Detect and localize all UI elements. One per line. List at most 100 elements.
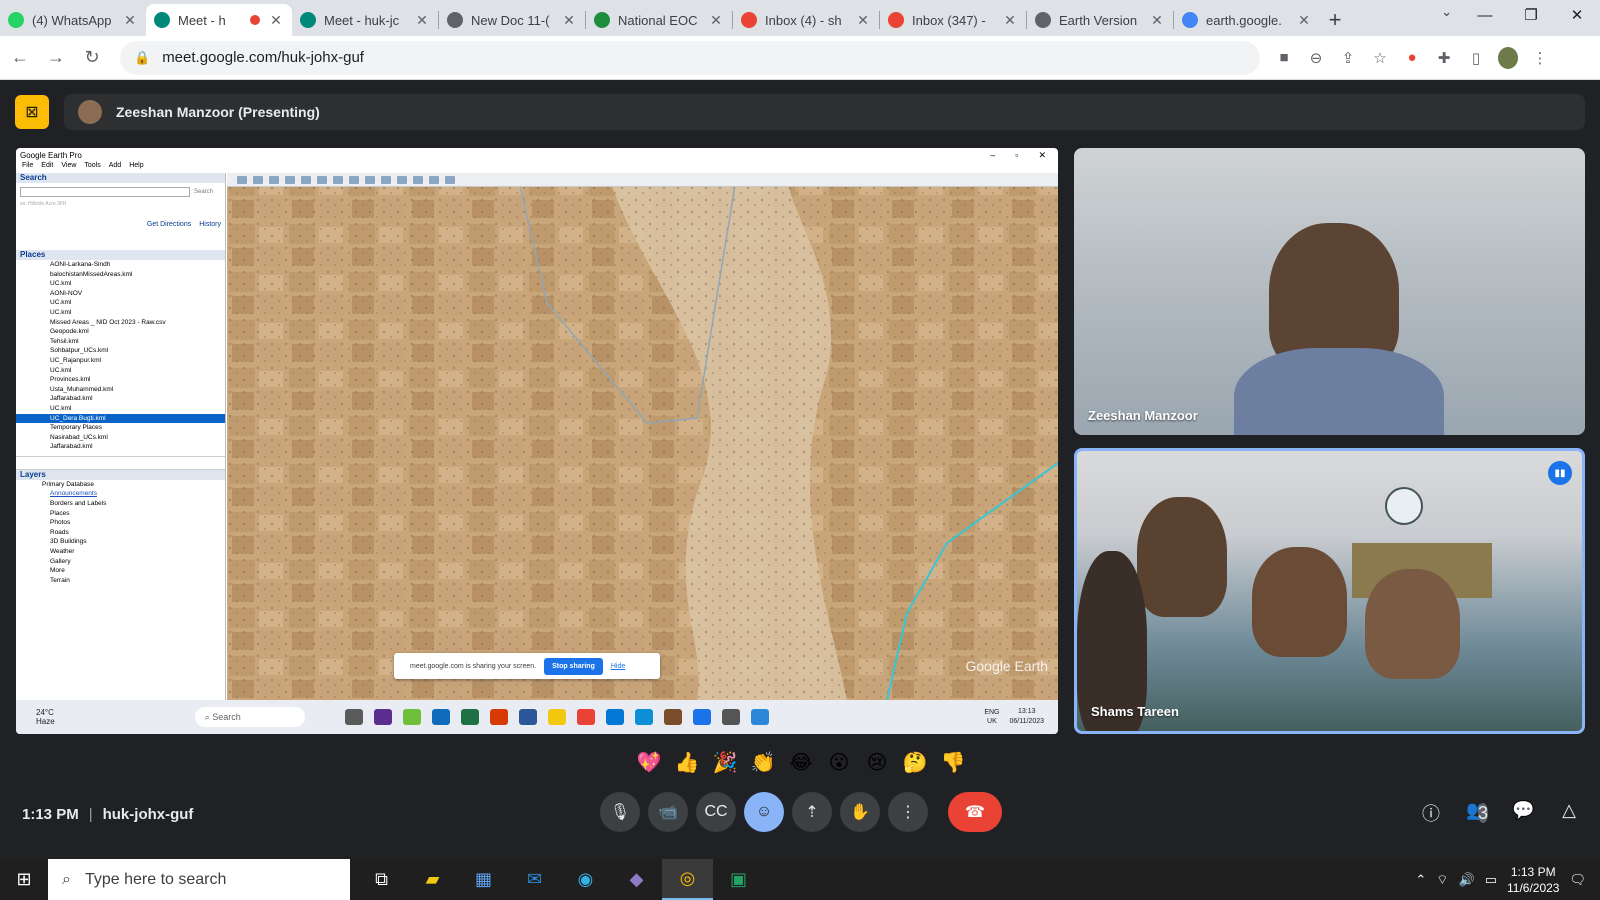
edge-icon[interactable]: ◉ [560,859,611,900]
tab-close-icon[interactable]: ✕ [414,12,430,29]
battery-icon[interactable]: ▭ [1485,872,1497,888]
tab-close-icon[interactable]: ✕ [561,12,577,29]
tab-close-icon[interactable]: ✕ [1002,12,1018,29]
new-tab-button[interactable]: + [1320,4,1350,36]
browser-tab[interactable]: Inbox (347) - ✕ [880,4,1026,36]
browser-tab[interactable]: Meet - huk-jc ✕ [292,4,438,36]
ge-brand: Google Earth [965,658,1049,674]
reaction-emoji-button[interactable]: 😮 [826,750,852,776]
ge-layer-item: Photos [50,519,71,527]
address-bar[interactable]: 🔒 meet.google.com/huk-johx-guf [120,40,1260,75]
microphone-button[interactable]: 🎙 [600,792,640,832]
reactions-button[interactable]: ☺ [744,792,784,832]
network-icon[interactable]: ⌔ [1436,872,1448,888]
present-button[interactable]: ⇡ [792,792,832,832]
participant-name: Zeeshan Manzoor [1088,408,1198,423]
ge-layer-item: Terrain [50,576,70,584]
mail-icon[interactable]: ✉ [509,859,560,900]
ge-satellite-map: Google Earth [227,173,1058,700]
taskbar-clock[interactable]: 1:13 PM 11/6/2023 [1507,864,1560,896]
chrome-icon[interactable]: ◎ [662,859,713,900]
camera-button[interactable]: 📹 [648,792,688,832]
volume-icon[interactable]: 🔊 [1459,872,1475,888]
close-window-button[interactable]: ✕ [1554,0,1600,32]
lock-icon[interactable]: 🔒 [134,50,150,66]
profile-avatar[interactable] [1498,46,1518,69]
more-options-button[interactable]: ⋮ [888,792,928,832]
browser-tab[interactable]: earth.google. ✕ [1174,4,1320,36]
forward-icon[interactable]: → [40,47,72,68]
reload-icon[interactable]: ↻ [76,47,108,68]
raise-hand-button[interactable]: ✋ [840,792,880,832]
share-icon[interactable]: ⇪ [1338,49,1358,67]
ge-place-item: Provinces.kml [50,376,91,384]
region-label: UK [987,718,997,725]
tab-close-icon[interactable]: ✕ [708,12,724,29]
menu-kebab-icon[interactable]: ⋮ [1530,49,1550,67]
activities-icon[interactable]: △ [1558,800,1580,822]
ge-history: History [199,221,221,228]
taskbar-search[interactable]: ⌕ Type here to search [48,859,350,900]
back-icon[interactable]: ← [4,47,36,68]
satellite-imagery [227,173,1058,700]
tab-favicon-icon [154,12,170,28]
start-button[interactable]: ⊞ [0,869,48,890]
browser-tab[interactable]: Earth Version ✕ [1027,4,1173,36]
presenting-icon[interactable]: ⊠ [15,95,49,129]
bookmark-star-icon[interactable]: ☆ [1370,49,1390,67]
file-explorer-icon[interactable]: ▰ [407,859,458,900]
reaction-emoji-button[interactable]: 🤔 [902,750,928,776]
ge-tool-icon [301,175,311,184]
reaction-emoji-button[interactable]: 💖 [636,750,662,776]
excel-icon[interactable]: ▣ [713,859,764,900]
camera-icon[interactable]: ■ [1274,49,1294,66]
tab-close-icon[interactable]: ✕ [268,12,284,29]
participant-video [1365,569,1460,679]
browser-tab[interactable]: New Doc 11-(✕ [439,4,585,36]
tab-close-icon[interactable]: ✕ [855,12,871,29]
minimize-button[interactable]: — [1462,0,1508,32]
browser-tab[interactable]: (4) WhatsApp ✕ [0,4,146,36]
tab-search-icon[interactable]: ⌄ [1441,4,1452,20]
captions-button[interactable]: CC [696,792,736,832]
reaction-emoji-button[interactable]: 😂 [788,750,814,776]
shared-search-label: Search [212,712,241,722]
ge-place-item: UC_Rajanpur.kml [50,356,101,364]
meeting-details-icon[interactable]: ⓘ [1420,800,1442,824]
notification-icon[interactable]: 🗨 [1569,872,1586,888]
zoom-icon[interactable]: ⊖ [1306,49,1326,67]
chat-icon[interactable]: 💬 [1512,800,1534,822]
reaction-emoji-button[interactable]: 😢 [864,750,890,776]
ge-layer-item: Places [50,509,70,517]
tray-chevron-icon[interactable]: ⌃ [1415,872,1426,888]
leave-call-button[interactable]: ☎ [948,792,1002,832]
participant-tile[interactable]: ▮▮ Shams Tareen [1074,448,1585,734]
ge-place-item: UC.kml [50,299,72,307]
browser-tab[interactable]: Inbox (4) - sh ✕ [733,4,879,36]
store-icon[interactable]: ▦ [458,859,509,900]
tab-title: Meet - huk-jc [324,12,400,28]
participant-video [1234,348,1444,435]
puzzle-icon[interactable]: ✚ [1434,49,1454,67]
side-panel-icon[interactable]: ▯ [1466,49,1486,67]
copilot-icon[interactable]: ◆ [611,859,662,900]
browser-tab[interactable]: National EOC ✕ [586,4,732,36]
presenter-label: Zeeshan Manzoor (Presenting) [116,104,320,120]
reaction-emoji-button[interactable]: 🎉 [712,750,738,776]
maximize-button[interactable]: ❐ [1508,0,1554,32]
browser-tab[interactable]: Meet - h ✕ [146,4,292,36]
weather-temp: 24°C [36,708,54,717]
share-notice-text: meet.google.com is sharing your screen. [410,662,537,670]
participant-tile[interactable]: Zeeshan Manzoor [1074,148,1585,435]
tab-close-icon[interactable]: ✕ [122,12,138,29]
tab-favicon-icon [1035,12,1051,28]
reaction-emoji-button[interactable]: 👍 [674,750,700,776]
app-icon [431,709,450,725]
reaction-emoji-button[interactable]: 👎 [940,750,966,776]
tab-close-icon[interactable]: ✕ [1296,12,1312,29]
tab-close-icon[interactable]: ✕ [1149,12,1165,29]
extension-red-icon[interactable]: ● [1402,49,1422,66]
people-icon[interactable]: 👥3 [1466,800,1488,823]
task-view-icon[interactable]: ⧉ [356,859,407,900]
reaction-emoji-button[interactable]: 👏 [750,750,776,776]
